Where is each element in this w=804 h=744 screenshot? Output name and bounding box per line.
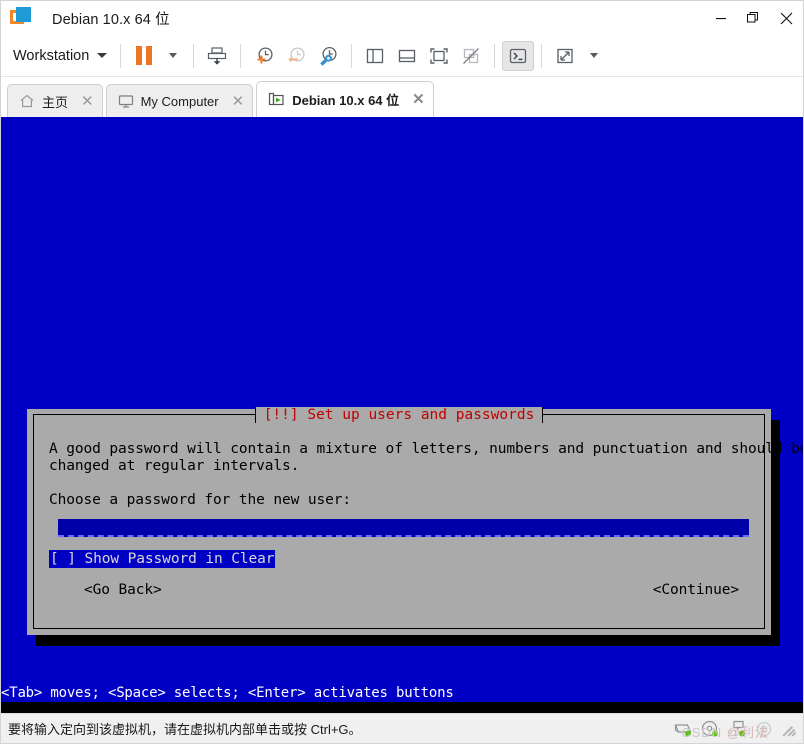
unity-mode-button[interactable] <box>455 41 487 71</box>
tab-my-computer-close-icon[interactable]: ✕ <box>232 94 245 109</box>
fullscreen-icon <box>430 47 448 64</box>
password-input[interactable] <box>58 519 749 537</box>
tab-strip: 主页 ✕ My Computer ✕ Debian 10.x 64 位 ✕ <box>1 77 803 117</box>
tab-debian-vm-close-icon[interactable]: ✕ <box>412 92 425 107</box>
chevron-down-icon <box>97 53 108 58</box>
toolbar-separator <box>240 43 242 68</box>
installer-help-bar: <Tab> moves; <Space> selects; <Enter> ac… <box>1 684 803 702</box>
network-status-icon[interactable] <box>726 718 748 740</box>
dialog-title-text: [!!] Set up users and passwords <box>254 407 544 423</box>
toolbar-separator <box>494 43 496 68</box>
debian-installer-dialog: [!!] Set up users and passwords A good p… <box>27 407 803 635</box>
continue-button[interactable]: <Continue> <box>653 582 739 599</box>
title-bar: Debian 10.x 64 位 <box>1 1 803 35</box>
dialog-body: A good password will contain a mixture o… <box>49 441 803 602</box>
tab-debian-vm[interactable]: Debian 10.x 64 位 ✕ <box>256 81 434 117</box>
password-advice-line1: A good password will contain a mixture o… <box>49 441 803 457</box>
resize-grip[interactable] <box>782 722 797 737</box>
disc-icon <box>701 720 718 737</box>
chevron-down-icon <box>169 53 178 58</box>
vm-bottom-strip <box>1 702 803 713</box>
hard-disk-icon <box>674 724 692 737</box>
dialog-button-row: <Go Back> <Continue> <box>49 582 752 602</box>
minimize-button[interactable] <box>704 3 737 33</box>
monitor-icon <box>118 95 133 108</box>
sound-status-icon[interactable] <box>753 718 775 740</box>
status-device-icons <box>672 714 799 744</box>
go-back-button[interactable]: <Go Back> <box>84 582 162 599</box>
tab-my-computer[interactable]: My Computer ✕ <box>105 84 254 117</box>
stretch-dropdown-button[interactable] <box>581 41 607 71</box>
console-view-button[interactable] <box>502 40 535 71</box>
panel-bottom-icon <box>399 49 416 62</box>
vmware-logo-icon <box>10 7 32 29</box>
tab-home-close-icon[interactable]: ✕ <box>81 94 94 109</box>
expand-arrows-icon <box>557 48 573 63</box>
password-advice-line2: changed at regular intervals. <box>49 458 300 474</box>
console-icon <box>510 48 527 63</box>
pause-button[interactable] <box>128 41 160 71</box>
unity-off-icon <box>463 47 480 64</box>
network-icon <box>728 720 745 737</box>
take-snapshot-button[interactable] <box>248 41 280 71</box>
snapshot-manager-button[interactable] <box>312 41 344 71</box>
workstation-menu-label: Workstation <box>13 47 90 64</box>
cd-dvd-status-icon[interactable] <box>699 718 721 740</box>
chevron-down-icon <box>590 53 599 58</box>
toolbar: Workstation <box>1 35 803 77</box>
minimize-icon <box>715 18 726 20</box>
toolbar-separator <box>120 43 122 68</box>
restore-icon <box>747 11 758 22</box>
fullscreen-button[interactable] <box>423 41 455 71</box>
revert-snapshot-button[interactable] <box>280 41 312 71</box>
status-bar: 要将输入定向到该虚拟机，请在虚拟机内部单击或按 Ctrl+G。 CSDN @利法 <box>1 713 803 743</box>
status-message: 要将输入定向到该虚拟机，请在虚拟机内部单击或按 Ctrl+G。 <box>8 722 362 737</box>
home-icon <box>20 94 34 108</box>
dialog-frame: [!!] Set up users and passwords A good p… <box>33 407 803 629</box>
tab-my-computer-label: My Computer <box>140 93 219 109</box>
stretch-guest-button[interactable] <box>549 41 581 71</box>
show-thumbnails-button[interactable] <box>391 41 423 71</box>
toolbar-separator <box>193 43 195 68</box>
vm-running-icon <box>269 92 284 106</box>
window-title: Debian 10.x 64 位 <box>52 11 170 28</box>
tab-home-label: 主页 <box>42 94 69 110</box>
tab-home[interactable]: 主页 ✕ <box>7 84 103 117</box>
snapshot-revert-icon <box>288 46 305 62</box>
show-password-checkbox[interactable]: [ ] Show Password in Clear <box>49 550 276 568</box>
toolbar-separator <box>351 43 353 68</box>
hard-disk-status-icon[interactable] <box>672 718 694 740</box>
window-controls <box>704 1 803 35</box>
show-library-button[interactable] <box>359 41 391 71</box>
snapshot-add-icon <box>257 46 273 63</box>
password-prompt: Choose a password for the new user: <box>49 492 352 508</box>
close-button[interactable] <box>770 3 803 33</box>
speaker-icon <box>756 721 772 737</box>
toolbar-separator <box>541 43 543 68</box>
send-key-icon <box>208 46 227 65</box>
pause-dropdown-button[interactable] <box>160 41 186 71</box>
vmware-workstation-window: Debian 10.x 64 位 Workstation 主页 ✕ My Com… <box>0 0 804 744</box>
tab-debian-vm-label: Debian 10.x 64 位 <box>292 93 400 108</box>
restore-button[interactable] <box>737 3 770 33</box>
pause-icon <box>136 46 153 65</box>
dialog-title: [!!] Set up users and passwords <box>34 406 764 424</box>
vm-console-screen[interactable]: [!!] Set up users and passwords A good p… <box>1 117 803 713</box>
panel-left-icon <box>367 48 384 63</box>
close-icon <box>780 12 793 24</box>
workstation-menu-button[interactable]: Workstation <box>9 44 113 68</box>
snapshot-manager-icon <box>320 46 337 66</box>
send-ctrl-alt-del-button[interactable] <box>201 41 233 71</box>
